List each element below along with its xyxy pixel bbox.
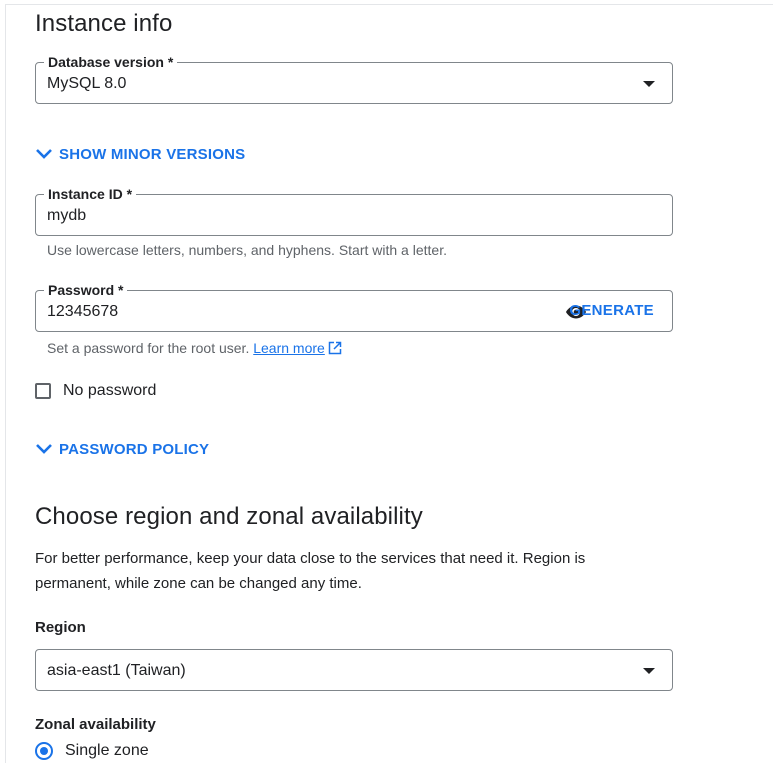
chevron-down-icon [36, 444, 52, 454]
password-hint-text: Set a password for the root user. [47, 340, 250, 356]
password-policy-toggle[interactable]: PASSWORD POLICY [35, 439, 209, 459]
learn-more-link[interactable]: Learn more [253, 340, 325, 356]
password-label: Password * [44, 281, 128, 299]
region-section-heading: Choose region and zonal availability [35, 503, 423, 530]
panel-top-border [5, 4, 773, 5]
caret-down-icon [643, 668, 655, 674]
chevron-down-icon [36, 149, 52, 159]
password-policy-label: PASSWORD POLICY [59, 440, 210, 458]
generate-password-button[interactable]: GENERATE [569, 302, 654, 319]
instance-id-hint: Use lowercase letters, numbers, and hyph… [47, 242, 447, 258]
single-zone-radio[interactable] [35, 742, 53, 760]
show-minor-versions-label: SHOW MINOR VERSIONS [59, 145, 246, 163]
region-description: For better performance, keep your data c… [35, 550, 586, 592]
database-version-value: MySQL 8.0 [47, 75, 127, 92]
zonal-availability-label: Zonal availability [35, 716, 156, 733]
single-zone-label: Single zone [65, 742, 149, 759]
single-zone-option[interactable]: Single zone [35, 742, 149, 760]
password-field[interactable]: Password * 12345678 GENERATE [35, 281, 673, 332]
no-password-label: No password [63, 382, 157, 399]
no-password-option[interactable]: No password [35, 382, 156, 400]
no-password-checkbox[interactable] [35, 383, 51, 399]
show-minor-versions-toggle[interactable]: SHOW MINOR VERSIONS [35, 144, 245, 164]
database-version-select[interactable]: Database version * MySQL 8.0 [35, 53, 673, 104]
instance-id-input[interactable]: mydb [47, 206, 86, 226]
region-select[interactable]: asia-east1 (Taiwan) [35, 649, 673, 691]
instance-id-field[interactable]: Instance ID * mydb [35, 185, 673, 236]
password-hint: Set a password for the root user. Learn … [47, 340, 342, 356]
region-label: Region [35, 619, 86, 636]
open-in-new-icon [328, 341, 342, 355]
instance-id-label: Instance ID * [44, 185, 137, 203]
caret-down-icon [643, 81, 655, 87]
panel-left-border [5, 4, 6, 763]
database-version-label: Database version * [44, 53, 178, 71]
instance-info-heading: Instance info [35, 10, 173, 37]
region-value: asia-east1 (Taiwan) [47, 662, 186, 679]
password-input[interactable]: 12345678 [47, 302, 118, 322]
